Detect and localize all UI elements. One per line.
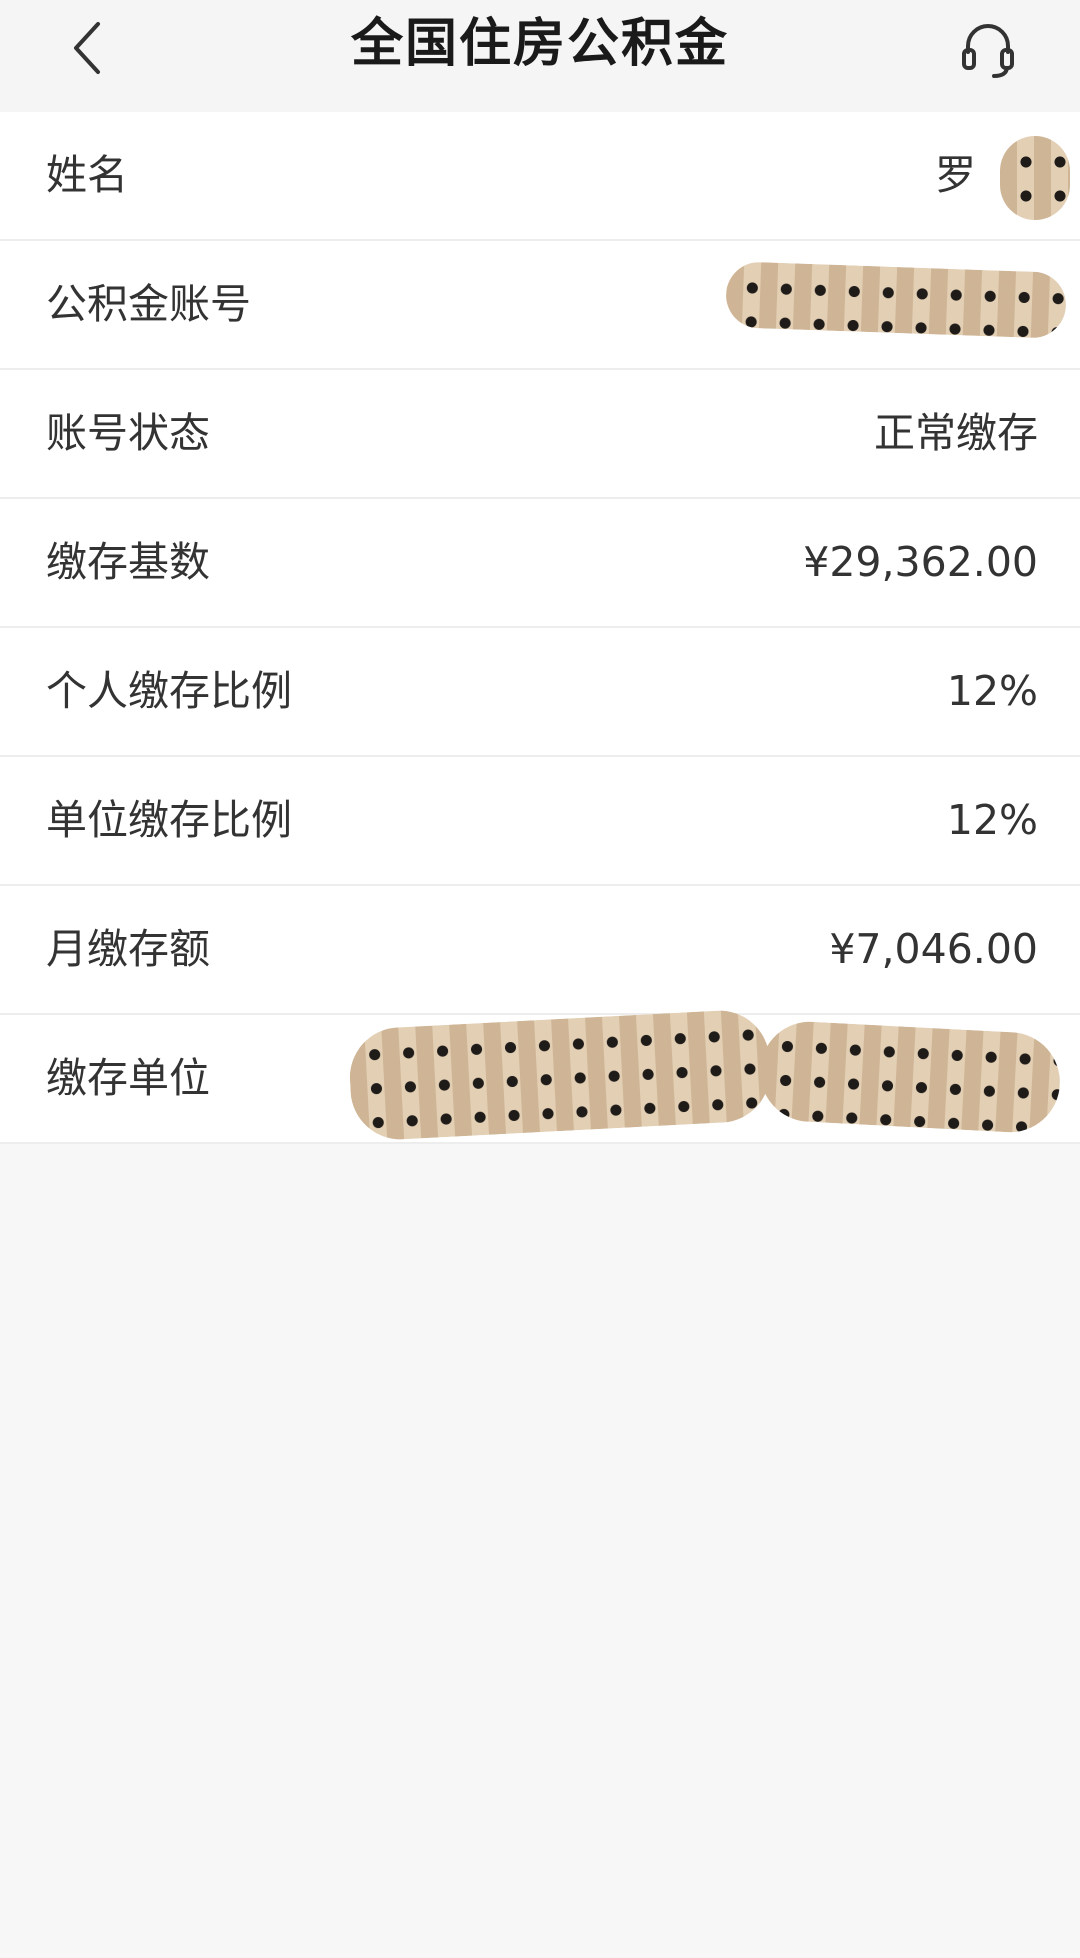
redaction-mask <box>724 261 1068 339</box>
row-label: 账号状态 <box>46 409 210 457</box>
list-item-account-status: 账号状态 正常缴存 <box>0 370 1080 499</box>
redaction-mask <box>347 1008 773 1142</box>
customer-service-button[interactable] <box>948 10 1028 90</box>
top-navbar: 全国住房公积金 <box>0 0 1080 112</box>
row-label: 个人缴存比例 <box>46 667 292 715</box>
row-value: ¥7,046.00 <box>829 925 1038 973</box>
list-item-personal-rate: 个人缴存比例 12% <box>0 628 1080 757</box>
headset-icon <box>956 16 1020 84</box>
account-info-list: 姓名 罗 公积金账号 账号状态 正常缴存 缴存基数 ¥29,362.00 个人缴… <box>0 112 1080 1144</box>
page-title: 全国住房公积金 <box>350 14 729 74</box>
redaction-mask <box>757 1019 1063 1135</box>
row-value: 罗 <box>935 151 976 199</box>
row-label: 公积金账号 <box>46 280 251 328</box>
row-label: 月缴存额 <box>46 925 210 973</box>
list-item-account-number: 公积金账号 <box>0 241 1080 370</box>
row-label: 缴存单位 <box>46 1054 210 1102</box>
app-screen: 全国住房公积金 姓名 罗 公积金账号 账号状态 正常缴存 缴存基数 ¥29,36… <box>0 0 1080 1958</box>
row-value: 12% <box>946 667 1038 715</box>
row-label: 缴存基数 <box>46 538 210 586</box>
row-value: 正常缴存 <box>874 409 1038 457</box>
row-value: ¥29,362.00 <box>803 538 1038 586</box>
list-item-monthly-amount: 月缴存额 ¥7,046.00 <box>0 886 1080 1015</box>
redaction-mask <box>1000 136 1070 220</box>
row-label: 单位缴存比例 <box>46 796 292 844</box>
row-label: 姓名 <box>46 151 128 199</box>
row-value: 12% <box>946 796 1038 844</box>
list-item-employer-rate: 单位缴存比例 12% <box>0 757 1080 886</box>
list-item-name: 姓名 罗 <box>0 112 1080 241</box>
list-item-deposit-base: 缴存基数 ¥29,362.00 <box>0 499 1080 628</box>
list-item-employer: 缴存单位 <box>0 1008 1080 1144</box>
